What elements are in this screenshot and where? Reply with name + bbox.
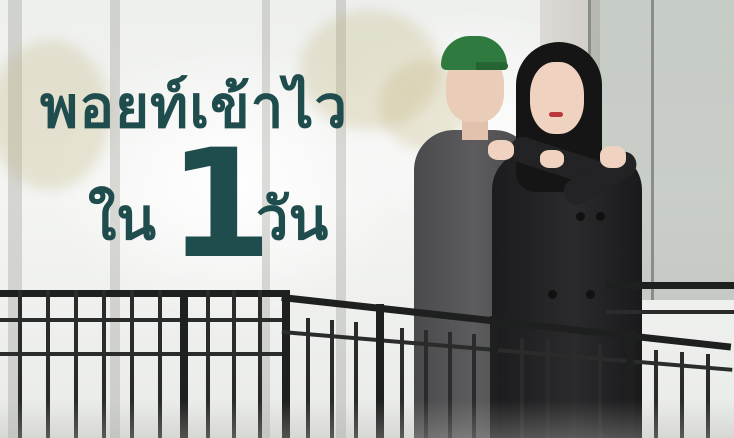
woman-hand [600,146,626,168]
headline-line-2-left: ใน [88,185,156,253]
railing-top [606,282,734,289]
railing-rail [0,318,290,322]
man-hand [488,140,514,160]
promo-banner[interactable]: พอยท์เข้าไว ใน 1 วัน [0,0,734,438]
balcony-floor [0,400,734,438]
cap-brim [476,62,508,70]
woman-lips [549,112,563,117]
coat-button [586,290,595,299]
woman-hand [540,150,564,168]
railing-rail [606,310,734,314]
coat-button [548,290,557,299]
coat-button [596,212,605,221]
headline-line-2-right: วัน [256,185,329,253]
railing-rail [0,352,290,356]
woman-face [530,62,584,134]
coat-button [576,212,585,221]
railing-top [0,290,290,297]
